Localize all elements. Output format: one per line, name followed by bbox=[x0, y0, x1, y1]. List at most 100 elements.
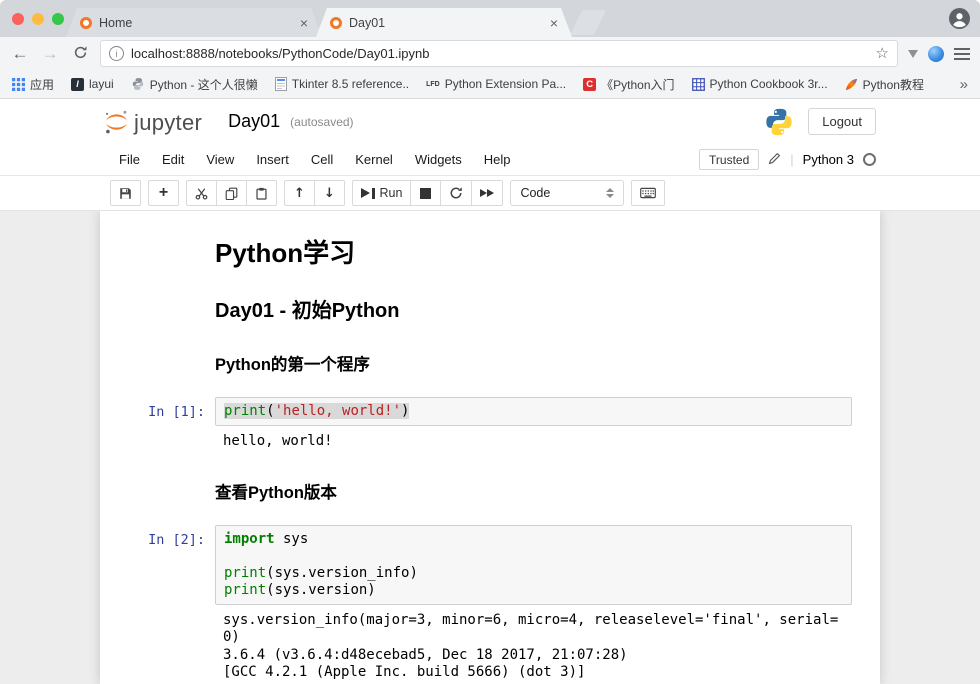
table-favicon bbox=[692, 78, 705, 91]
restart-run-all-button[interactable] bbox=[471, 180, 503, 206]
bookmark-label: Python Cookbook 3r... bbox=[710, 77, 828, 91]
output-area-1: hello, world! bbox=[100, 433, 880, 451]
menu-widgets[interactable]: Widgets bbox=[404, 152, 473, 167]
close-tab-icon[interactable]: × bbox=[550, 16, 558, 30]
tab-home[interactable]: Home × bbox=[66, 8, 322, 37]
bookmark-tkinter[interactable]: Tkinter 8.5 reference.. bbox=[275, 77, 409, 91]
menu-cell[interactable]: Cell bbox=[300, 152, 344, 167]
bookmark-python-blog[interactable]: Python - 这个人很懒 bbox=[131, 76, 258, 93]
lfd-favicon: LFD bbox=[426, 81, 440, 88]
extension-triangle-icon[interactable] bbox=[908, 50, 918, 58]
bookmark-python-cookbook[interactable]: Python Cookbook 3r... bbox=[692, 77, 828, 91]
output-text: sys.version_info(major=3, minor=6, micro… bbox=[215, 612, 852, 682]
bookmark-layui[interactable]: l layui bbox=[71, 77, 114, 91]
profile-avatar-icon[interactable] bbox=[949, 8, 970, 29]
logout-button[interactable]: Logout bbox=[808, 108, 876, 135]
page-info-icon[interactable]: i bbox=[109, 46, 124, 61]
jupyter-planet-icon bbox=[104, 109, 129, 135]
autosave-status: (autosaved) bbox=[290, 115, 353, 129]
output-text: hello, world! bbox=[215, 433, 852, 451]
cell-type-select[interactable]: Code bbox=[510, 180, 624, 206]
jupyter-header: jupyter Day01 (autosaved) Logout bbox=[0, 99, 980, 144]
tab-label: Home bbox=[99, 16, 293, 30]
python-gray-favicon bbox=[131, 77, 145, 91]
bookmark-star-icon[interactable]: ☆ bbox=[876, 46, 889, 61]
menu-file[interactable]: File bbox=[108, 152, 151, 167]
stop-icon bbox=[420, 188, 431, 199]
back-button[interactable]: ← bbox=[10, 45, 30, 62]
menu-edit[interactable]: Edit bbox=[151, 152, 195, 167]
layui-favicon: l bbox=[71, 78, 84, 91]
move-cell-up-button[interactable]: ↑ bbox=[284, 180, 315, 206]
bookmark-label: 应用 bbox=[30, 76, 54, 93]
md-heading-python-study[interactable]: Python学习 bbox=[215, 233, 880, 270]
insert-cell-below-button[interactable]: + bbox=[148, 180, 179, 206]
md-heading-day01[interactable]: Day01 - 初始Python bbox=[215, 294, 880, 323]
address-bar[interactable]: i localhost:8888/notebooks/PythonCode/Da… bbox=[100, 40, 898, 67]
extension-globe-icon[interactable] bbox=[928, 46, 944, 62]
command-palette-button[interactable] bbox=[631, 180, 665, 206]
move-cell-down-button[interactable]: ↓ bbox=[314, 180, 345, 206]
notebook-title[interactable]: Day01 bbox=[228, 111, 280, 132]
window-controls bbox=[12, 13, 64, 25]
page-favicon bbox=[275, 77, 287, 91]
interrupt-kernel-button[interactable] bbox=[410, 180, 441, 206]
notebook-page: Python学习 Day01 - 初始Python Python的第一个程序 I… bbox=[100, 211, 880, 684]
bookmark-python-tutorial[interactable]: Python教程 bbox=[845, 76, 924, 93]
menu-kernel[interactable]: Kernel bbox=[344, 152, 404, 167]
code-editor[interactable]: print('hello, world!') bbox=[215, 397, 852, 426]
menubar-row: File Edit View Insert Cell Kernel Widget… bbox=[0, 144, 980, 176]
restart-kernel-button[interactable] bbox=[440, 180, 472, 206]
jupyter-favicon bbox=[330, 17, 342, 29]
bookmark-label: Python教程 bbox=[863, 76, 924, 93]
copy-cells-button[interactable] bbox=[216, 180, 247, 206]
jupyter-logo[interactable]: jupyter bbox=[104, 109, 202, 135]
bookmarks-bar: 应用 l layui Python - 这个人很懒 Tkinter 8.5 re… bbox=[0, 70, 980, 99]
input-prompt: In [2]: bbox=[100, 525, 215, 605]
bookmark-python-intro[interactable]: C 《Python入门 bbox=[583, 76, 674, 93]
bookmarks-overflow-chevron[interactable]: » bbox=[960, 76, 968, 93]
apps-grid-icon bbox=[12, 78, 25, 91]
run-cell-button[interactable]: Run bbox=[352, 180, 411, 206]
bookmark-label: Tkinter 8.5 reference.. bbox=[292, 77, 409, 91]
bookmark-apps[interactable]: 应用 bbox=[12, 76, 54, 93]
restart-icon bbox=[449, 186, 463, 200]
zoom-window-button[interactable] bbox=[52, 13, 64, 25]
paste-cells-button[interactable] bbox=[246, 180, 277, 206]
code-cell-1[interactable]: In [1]: print('hello, world!') bbox=[100, 397, 880, 426]
browser-toolbar: ← → i localhost:8888/notebooks/PythonCod… bbox=[0, 37, 980, 70]
code-cell-2[interactable]: In [2]: import sys print(sys.version_inf… bbox=[100, 525, 880, 605]
output-area-2: sys.version_info(major=3, minor=6, micro… bbox=[100, 612, 880, 682]
save-checkpoint-button[interactable] bbox=[110, 180, 141, 206]
close-window-button[interactable] bbox=[12, 13, 24, 25]
bookmark-label: layui bbox=[89, 77, 114, 91]
tab-label: Day01 bbox=[349, 16, 543, 30]
trusted-badge[interactable]: Trusted bbox=[699, 149, 759, 170]
jupyter-favicon bbox=[80, 17, 92, 29]
cut-cells-button[interactable] bbox=[186, 180, 217, 206]
tab-day01[interactable]: Day01 × bbox=[316, 8, 572, 37]
menu-insert[interactable]: Insert bbox=[245, 152, 300, 167]
step-forward-bar bbox=[372, 188, 375, 199]
step-forward-icon bbox=[361, 188, 370, 198]
feather-favicon bbox=[845, 78, 858, 91]
forward-button[interactable]: → bbox=[40, 45, 60, 62]
reload-button[interactable] bbox=[70, 45, 90, 63]
menu-help[interactable]: Help bbox=[473, 152, 522, 167]
bookmark-label: Python - 这个人很懒 bbox=[150, 76, 258, 93]
bookmark-python-extension[interactable]: LFD Python Extension Pa... bbox=[426, 77, 566, 91]
md-heading-first-program[interactable]: Python的第一个程序 bbox=[215, 351, 880, 375]
bookmark-label: 《Python入门 bbox=[601, 76, 674, 93]
notebook-scroll-area[interactable]: Python学习 Day01 - 初始Python Python的第一个程序 I… bbox=[0, 211, 980, 684]
close-tab-icon[interactable]: × bbox=[300, 16, 308, 30]
new-tab-button[interactable] bbox=[570, 10, 606, 35]
input-prompt: In [1]: bbox=[100, 397, 215, 426]
tab-strip: Home × Day01 × bbox=[0, 0, 980, 37]
url-text: localhost:8888/notebooks/PythonCode/Day0… bbox=[131, 46, 869, 61]
md-heading-check-version[interactable]: 查看Python版本 bbox=[215, 479, 880, 503]
minimize-window-button[interactable] bbox=[32, 13, 44, 25]
chrome-menu-icon[interactable] bbox=[954, 48, 970, 60]
code-editor[interactable]: import sys print(sys.version_info)print(… bbox=[215, 525, 852, 605]
menu-view[interactable]: View bbox=[195, 152, 245, 167]
bookmark-label: Python Extension Pa... bbox=[445, 77, 566, 91]
